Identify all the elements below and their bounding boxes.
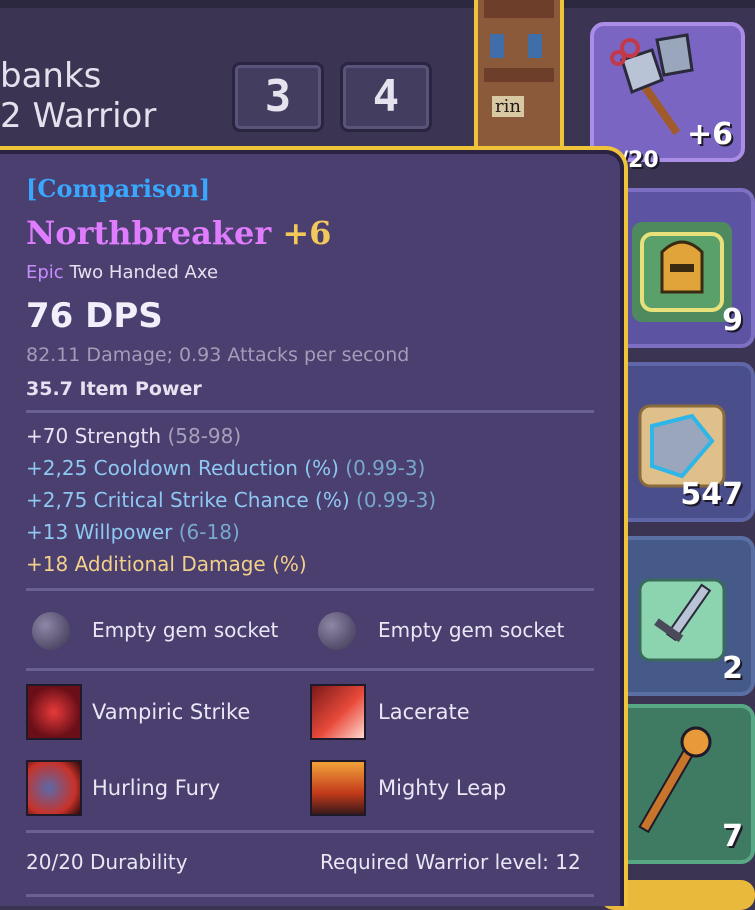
item-rarity: Epic	[26, 262, 64, 283]
stat-line: +2,25 Cooldown Reduction (%) (0.99-3)	[26, 456, 425, 480]
required-level-label: Required Warrior level: 12	[320, 850, 581, 874]
stat-line: +18 Additional Damage (%)	[26, 552, 307, 576]
skill-label: Mighty Leap	[378, 776, 507, 800]
stat-line: +2,75 Critical Strike Chance (%) (0.99-3…	[26, 488, 436, 512]
mighty-leap-icon	[310, 760, 366, 816]
item-name-text: Northbreaker	[26, 214, 272, 252]
stat-range: (0.99-3)	[356, 488, 437, 512]
stat-value: +70 Strength	[26, 424, 162, 448]
stat-value: +13 Willpower	[26, 520, 173, 544]
stat-line: +13 Willpower (6-18)	[26, 520, 240, 544]
helmet-scroll-icon	[632, 222, 732, 322]
skill-label: Vampiric Strike	[92, 700, 251, 724]
gem-socket-icon	[32, 612, 70, 650]
gem-socket-label: Empty gem socket	[92, 618, 279, 642]
top-bar	[0, 0, 755, 8]
stat-line: +70 Strength (58-98)	[26, 424, 241, 448]
character-class: 2 Warrior	[0, 96, 157, 136]
item-type: Two Handed Axe	[69, 262, 219, 283]
building-sign: rin	[492, 96, 524, 117]
inventory-slot-axe[interactable]: +6	[590, 22, 745, 162]
skill-label: Hurling Fury	[92, 776, 221, 800]
divider	[26, 830, 594, 833]
level-digit-box: 4	[340, 62, 432, 132]
item-upgrade-level: +6	[282, 214, 332, 252]
character-name: banks	[0, 56, 102, 96]
stat-value: +2,25 Cooldown Reduction (%)	[26, 456, 339, 480]
item-damage-line: 82.11 Damage; 0.93 Attacks per second	[26, 344, 410, 366]
skill-label: Lacerate	[378, 700, 470, 724]
stat-range: (6-18)	[178, 520, 240, 544]
item-upgrade-label: +6	[686, 117, 733, 152]
stat-value: +18 Additional Damage (%)	[26, 552, 307, 576]
divider	[26, 410, 594, 413]
durability-label: 20/20 Durability	[26, 850, 188, 874]
stat-range: (0.99-3)	[345, 456, 426, 480]
divider	[26, 588, 594, 591]
item-dps: 76 DPS	[26, 296, 163, 336]
item-tooltip: [Comparison] Northbreaker +6 Epic Two Ha…	[0, 146, 628, 906]
stat-value: +2,75 Critical Strike Chance (%)	[26, 488, 350, 512]
item-count: 9	[722, 303, 743, 338]
item-type-line: Epic Two Handed Axe	[26, 262, 218, 283]
stat-range: (58-98)	[167, 424, 242, 448]
hurling-fury-icon	[26, 760, 82, 816]
item-count: 547	[680, 477, 743, 512]
item-count: 2	[722, 651, 743, 686]
lacerate-icon	[310, 684, 366, 740]
gem-socket-label: Empty gem socket	[378, 618, 565, 642]
level-digit-box: 3	[232, 62, 324, 132]
divider	[26, 668, 594, 671]
staff-icon	[638, 726, 712, 834]
item-power: 35.7 Item Power	[26, 378, 202, 400]
item-name: Northbreaker +6	[26, 214, 331, 252]
vampiric-strike-icon	[26, 684, 82, 740]
town-building-image: rin	[474, 0, 564, 160]
item-count: 7	[722, 819, 743, 854]
gem-socket-icon	[318, 612, 356, 650]
comparison-label: [Comparison]	[26, 174, 211, 203]
sword-scroll-icon	[632, 570, 732, 670]
